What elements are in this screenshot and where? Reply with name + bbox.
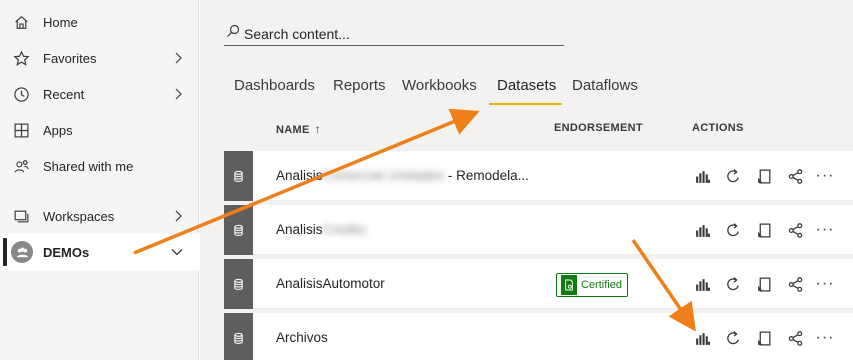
- share-icon[interactable]: [784, 218, 806, 242]
- nav-label-home: Home: [43, 14, 78, 30]
- dataset-name-text: Analisis: [276, 222, 323, 237]
- more-options-icon[interactable]: ···: [814, 326, 836, 350]
- nav-label-favorites: Favorites: [43, 50, 97, 66]
- nav-item-recent[interactable]: Recent: [0, 76, 199, 112]
- column-header-endorsement: ENDORSEMENT: [554, 122, 643, 134]
- column-header-name-label: NAME: [276, 124, 310, 136]
- more-options-icon[interactable]: ···: [814, 164, 836, 188]
- search-icon: [227, 24, 240, 37]
- analyze-in-excel-icon[interactable]: [691, 218, 713, 242]
- active-tab-indicator: [489, 103, 562, 105]
- column-header-actions: ACTIONS: [692, 122, 744, 134]
- chevron-right-icon[interactable]: [172, 87, 184, 101]
- column-header-name[interactable]: NAME ↑: [276, 122, 321, 136]
- clock-icon: [12, 85, 30, 103]
- endorsement-label: Certified: [581, 279, 622, 291]
- create-report-icon[interactable]: [753, 326, 775, 350]
- more-options-icon[interactable]: ···: [814, 218, 836, 242]
- nav-item-workspaces[interactable]: Workspaces: [0, 198, 199, 234]
- dataset-name-suffix: - Remodela...: [444, 168, 529, 183]
- certified-icon: [561, 275, 577, 295]
- nav-item-favorites[interactable]: Favorites: [0, 40, 199, 76]
- redacted-name-text: Comercial Unidades: [322, 168, 445, 183]
- table-row[interactable]: AnalisisAutomotor Certified ···: [224, 259, 853, 309]
- create-report-icon[interactable]: [753, 218, 775, 242]
- share-icon[interactable]: [784, 164, 806, 188]
- dataset-name-text: Archivos: [276, 330, 328, 345]
- sort-ascending-icon: ↑: [314, 122, 321, 136]
- tab-dataflows[interactable]: Dataflows: [572, 77, 638, 94]
- dataset-name-link[interactable]: AnalisisCredito: [276, 222, 366, 237]
- share-icon[interactable]: [784, 272, 806, 296]
- nav-label-apps: Apps: [43, 122, 73, 138]
- refresh-icon[interactable]: [722, 272, 744, 296]
- nav-item-shared-with-me[interactable]: Shared with me: [0, 148, 199, 184]
- dataset-icon: [224, 205, 253, 255]
- nav-label-recent: Recent: [43, 86, 85, 102]
- nav-label-workspaces: Workspaces: [43, 208, 115, 224]
- shared-people-icon: [12, 157, 30, 175]
- chevron-down-icon[interactable]: [170, 246, 184, 258]
- table-row[interactable]: AnalisisComercial Unidades - Remodela...…: [224, 151, 853, 201]
- dataset-icon: [224, 259, 253, 309]
- table-row[interactable]: Archivos ···: [224, 313, 853, 360]
- analyze-in-excel-icon[interactable]: [691, 164, 713, 188]
- dataset-name-text: AnalisisAutomotor: [276, 276, 385, 291]
- analyze-in-excel-icon[interactable]: [691, 326, 713, 350]
- tab-workbooks[interactable]: Workbooks: [402, 77, 477, 94]
- apps-icon: [12, 121, 30, 139]
- share-icon[interactable]: [784, 326, 806, 350]
- chevron-right-icon[interactable]: [172, 51, 184, 65]
- workspaces-icon: [12, 207, 30, 225]
- redacted-name-text: Credito: [322, 222, 367, 237]
- create-report-icon[interactable]: [753, 164, 775, 188]
- create-report-icon[interactable]: [753, 272, 775, 296]
- chevron-right-icon[interactable]: [172, 209, 184, 223]
- tab-reports[interactable]: Reports: [333, 77, 386, 94]
- search-input[interactable]: [244, 24, 554, 44]
- refresh-icon[interactable]: [722, 164, 744, 188]
- left-nav-pane: Home Favorites Recent Apps Shared with m…: [0, 0, 199, 360]
- nav-item-apps[interactable]: Apps: [0, 112, 199, 148]
- nav-item-home[interactable]: Home: [0, 4, 199, 40]
- dataset-icon: [224, 313, 253, 360]
- tab-dashboards[interactable]: Dashboards: [234, 77, 315, 94]
- refresh-icon[interactable]: [722, 326, 744, 350]
- star-icon: [12, 49, 30, 67]
- nav-label-shared-with-me: Shared with me: [43, 158, 134, 174]
- search-box[interactable]: [224, 22, 564, 46]
- more-options-icon[interactable]: ···: [814, 272, 836, 296]
- dataset-name-link[interactable]: AnalisisAutomotor: [276, 276, 385, 291]
- analyze-in-excel-icon[interactable]: [691, 272, 713, 296]
- nav-label-demos: DEMOs: [43, 244, 90, 260]
- workspace-avatar-icon: [11, 241, 33, 263]
- dataset-icon: [224, 151, 253, 201]
- dataset-name-link[interactable]: Archivos: [276, 330, 328, 345]
- nav-item-demos-workspace[interactable]: DEMOs: [0, 234, 199, 270]
- home-icon: [12, 13, 30, 31]
- refresh-icon[interactable]: [722, 218, 744, 242]
- dataset-name-link[interactable]: AnalisisComercial Unidades - Remodela...: [276, 168, 529, 183]
- certified-badge: Certified: [556, 273, 628, 297]
- dataset-name-text: Analisis: [276, 168, 323, 183]
- table-row[interactable]: AnalisisCredito ···: [224, 205, 853, 255]
- tab-datasets[interactable]: Datasets: [497, 77, 556, 94]
